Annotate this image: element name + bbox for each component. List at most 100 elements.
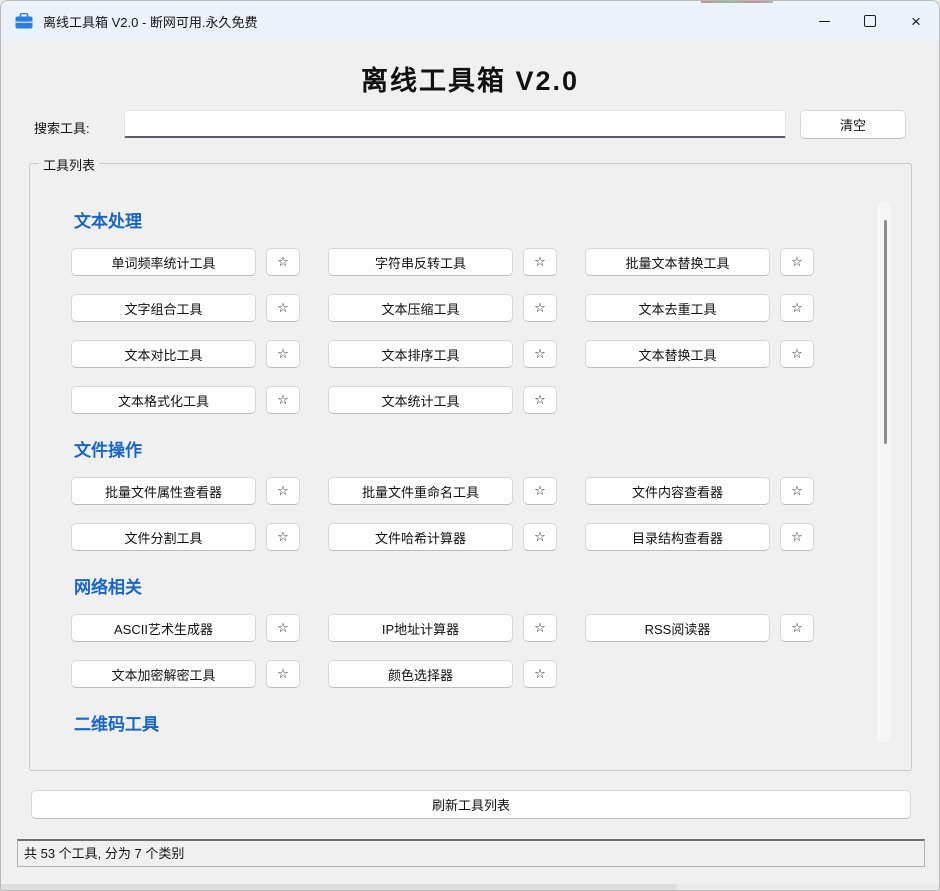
tool-entry: 文本加密解密工具 ☆	[71, 660, 300, 688]
tool-grid: ASCII艺术生成器☆IP地址计算器☆RSS阅读器☆文本加密解密工具☆颜色选择器…	[71, 614, 843, 706]
category-header: 文本处理	[74, 212, 877, 232]
tool-button[interactable]: 批量文件重命名工具	[328, 477, 513, 505]
tool-button[interactable]: 文本对比工具	[71, 340, 256, 368]
favorite-star-button[interactable]: ☆	[780, 340, 814, 368]
tool-entry: 单词频率统计工具 ☆	[71, 248, 300, 276]
tool-button[interactable]: 颜色选择器	[328, 660, 513, 688]
tool-button[interactable]: ASCII艺术生成器	[71, 614, 256, 642]
tool-button[interactable]: 批量文本替换工具	[585, 248, 770, 276]
title-bar: 离线工具箱 V2.0 - 断网可用.永久免费 ×	[1, 1, 939, 41]
tool-entry: 目录结构查看器 ☆	[585, 523, 814, 551]
favorite-star-button[interactable]: ☆	[266, 523, 300, 551]
category-section-1: 文件操作批量文件属性查看器☆批量文件重命名工具☆文件内容查看器☆文件分割工具☆文…	[71, 441, 877, 569]
favorite-star-button[interactable]: ☆	[523, 660, 557, 688]
maximize-button[interactable]	[847, 1, 893, 41]
toolbox-icon	[15, 13, 33, 29]
favorite-star-button[interactable]: ☆	[523, 386, 557, 414]
tool-button[interactable]: 文本替换工具	[585, 340, 770, 368]
favorite-star-button[interactable]: ☆	[780, 294, 814, 322]
favorite-star-button[interactable]: ☆	[523, 523, 557, 551]
tool-button[interactable]: 文件哈希计算器	[328, 523, 513, 551]
tool-entry: 文本替换工具 ☆	[585, 340, 814, 368]
minimize-button[interactable]	[801, 1, 847, 41]
tool-button[interactable]: 单词频率统计工具	[71, 248, 256, 276]
tool-button[interactable]: 文本排序工具	[328, 340, 513, 368]
tool-button[interactable]: 文本格式化工具	[71, 386, 256, 414]
favorite-star-button[interactable]: ☆	[523, 248, 557, 276]
tool-list-groupbox: 工具列表 文本处理单词频率统计工具☆字符串反转工具☆批量文本替换工具☆文字组合工…	[29, 163, 912, 771]
favorite-star-button[interactable]: ☆	[266, 477, 300, 505]
tool-entry: ASCII艺术生成器 ☆	[71, 614, 300, 642]
tool-button[interactable]: 文本统计工具	[328, 386, 513, 414]
tool-entry: 文本压缩工具 ☆	[328, 294, 557, 322]
tool-button[interactable]: 文本压缩工具	[328, 294, 513, 322]
tool-button[interactable]: 文本去重工具	[585, 294, 770, 322]
tool-button[interactable]: 目录结构查看器	[585, 523, 770, 551]
tool-scroll-area: 文本处理单词频率统计工具☆字符串反转工具☆批量文本替换工具☆文字组合工具☆文本压…	[30, 164, 877, 769]
favorite-star-button[interactable]: ☆	[523, 614, 557, 642]
category-section-3: 二维码工具	[71, 715, 877, 751]
favorite-star-button[interactable]: ☆	[780, 614, 814, 642]
favorite-star-button[interactable]: ☆	[266, 340, 300, 368]
search-label: 搜索工具:	[34, 118, 90, 137]
close-icon: ×	[911, 13, 921, 30]
tool-entry: 批量文件重命名工具 ☆	[328, 477, 557, 505]
refresh-tools-button[interactable]: 刷新工具列表	[31, 790, 911, 819]
tool-entry: 文本对比工具 ☆	[71, 340, 300, 368]
clear-search-button[interactable]: 清空	[800, 110, 906, 139]
tool-entry: 文本去重工具 ☆	[585, 294, 814, 322]
tool-entry: 文件哈希计算器 ☆	[328, 523, 557, 551]
search-input[interactable]	[124, 110, 786, 138]
favorite-star-button[interactable]: ☆	[266, 248, 300, 276]
favorite-star-button[interactable]: ☆	[266, 660, 300, 688]
background-artifact	[701, 1, 773, 3]
category-header: 网络相关	[74, 578, 877, 598]
bottom-edge-strip	[1, 884, 939, 890]
category-header: 二维码工具	[74, 715, 877, 735]
window-title: 离线工具箱 V2.0 - 断网可用.永久免费	[43, 12, 258, 31]
scrollbar-thumb[interactable]	[884, 220, 887, 444]
favorite-star-button[interactable]: ☆	[523, 477, 557, 505]
favorite-star-button[interactable]: ☆	[523, 294, 557, 322]
tool-button[interactable]: 文字组合工具	[71, 294, 256, 322]
favorite-star-button[interactable]: ☆	[523, 340, 557, 368]
tool-entry: RSS阅读器 ☆	[585, 614, 814, 642]
favorite-star-button[interactable]: ☆	[266, 294, 300, 322]
tool-entry: 文件分割工具 ☆	[71, 523, 300, 551]
tool-button[interactable]: RSS阅读器	[585, 614, 770, 642]
favorite-star-button[interactable]: ☆	[266, 614, 300, 642]
tool-button[interactable]: 字符串反转工具	[328, 248, 513, 276]
favorite-star-button[interactable]: ☆	[780, 248, 814, 276]
scrollbar-track[interactable]	[878, 202, 890, 743]
close-button[interactable]: ×	[893, 1, 939, 41]
tool-button[interactable]: 文本加密解密工具	[71, 660, 256, 688]
tool-entry: 批量文件属性查看器 ☆	[71, 477, 300, 505]
tool-grid: 单词频率统计工具 ☆ 字符串反转工具 ☆ 批量文本替换工具 ☆ 文字组合工具 ☆ 文本压缩工具 ☆…	[71, 248, 843, 432]
tool-grid: 批量文件属性查看器☆批量文件重命名工具☆文件内容查看器☆文件分割工具☆文件哈希计…	[71, 477, 843, 569]
tool-entry: 文本统计工具 ☆	[328, 386, 557, 414]
window-controls: ×	[801, 1, 939, 41]
category-section-0: 文本处理单词频率统计工具☆字符串反转工具☆批量文本替换工具☆文字组合工具☆文本压…	[71, 212, 877, 432]
favorite-star-button[interactable]: ☆	[780, 477, 814, 505]
tool-entry: 颜色选择器 ☆	[328, 660, 557, 688]
tool-button[interactable]: 文件分割工具	[71, 523, 256, 551]
tool-entry: 批量文本替换工具 ☆	[585, 248, 814, 276]
tool-entry: 文本排序工具 ☆	[328, 340, 557, 368]
tool-button[interactable]: 文件内容查看器	[585, 477, 770, 505]
tool-entry: 文字组合工具 ☆	[71, 294, 300, 322]
page-title: 离线工具箱 V2.0	[1, 59, 939, 98]
minimize-icon	[819, 21, 830, 22]
tool-entry: IP地址计算器 ☆	[328, 614, 557, 642]
category-header: 文件操作	[74, 441, 877, 461]
maximize-icon	[864, 15, 876, 27]
app-window: 离线工具箱 V2.0 - 断网可用.永久免费 × 离线工具箱 V2.0 搜索工具…	[0, 0, 940, 891]
status-bar: 共 53 个工具, 分为 7 个类别	[17, 839, 925, 867]
tool-entry: 文件内容查看器 ☆	[585, 477, 814, 505]
tool-button[interactable]: IP地址计算器	[328, 614, 513, 642]
tool-entry: 字符串反转工具 ☆	[328, 248, 557, 276]
tool-button[interactable]: 批量文件属性查看器	[71, 477, 256, 505]
favorite-star-button[interactable]: ☆	[266, 386, 300, 414]
category-section-2: 网络相关ASCII艺术生成器☆IP地址计算器☆RSS阅读器☆文本加密解密工具☆颜…	[71, 578, 877, 706]
favorite-star-button[interactable]: ☆	[780, 523, 814, 551]
tool-entry: 文本格式化工具 ☆	[71, 386, 300, 414]
